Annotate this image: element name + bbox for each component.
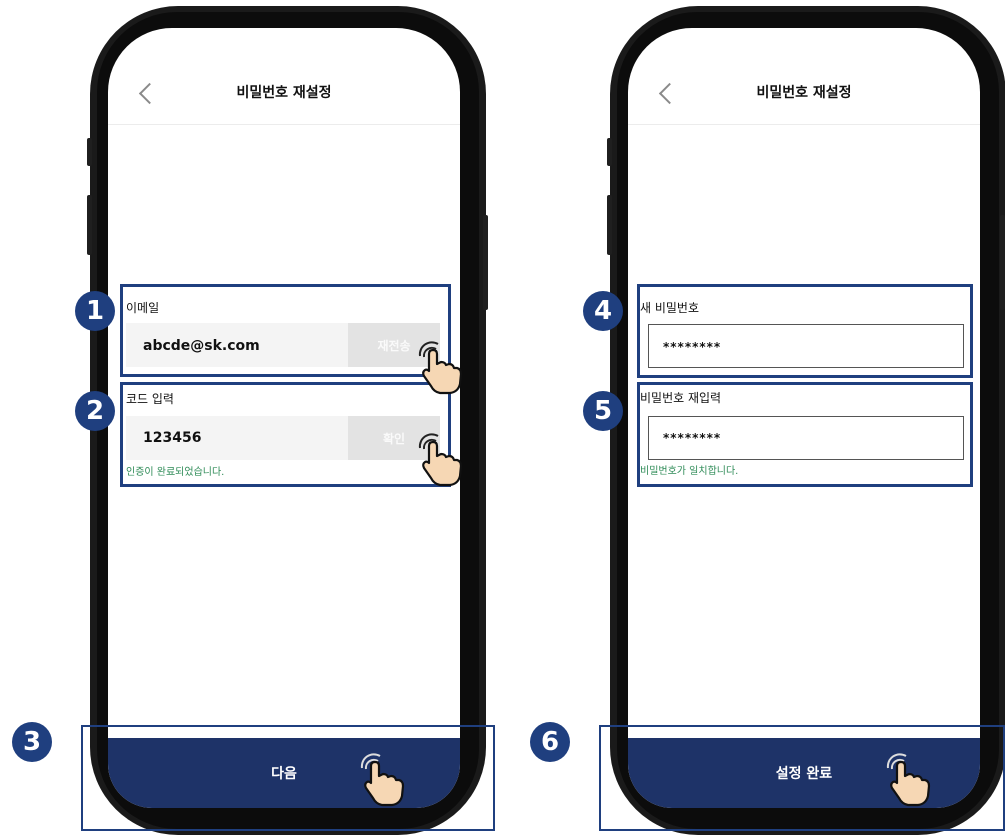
right-phone-side-button (1000, 215, 1005, 310)
step-2-badge: 2 (75, 391, 115, 431)
tap-hand-icon (360, 753, 405, 807)
tap-hand-icon (886, 753, 931, 807)
step-5-highlight (637, 382, 973, 487)
tap-hand-icon (418, 433, 463, 487)
step-3-highlight (81, 725, 495, 831)
back-chevron-icon[interactable] (138, 82, 161, 105)
step-1-highlight (120, 284, 451, 377)
step-2-highlight (120, 382, 451, 487)
left-phone-side-button (87, 138, 92, 166)
step-6-badge: 6 (530, 722, 570, 762)
step-3-badge: 3 (12, 722, 52, 762)
right-phone-side-button (607, 138, 612, 166)
page-title: 비밀번호 재설정 (236, 85, 332, 101)
step-5-badge: 5 (583, 391, 623, 431)
step-6-highlight (599, 725, 1005, 831)
step-4-badge: 4 (583, 291, 623, 331)
left-phone-side-button (483, 215, 488, 310)
page-title: 비밀번호 재설정 (756, 85, 852, 101)
right-phone-side-button (607, 195, 612, 255)
left-phone-side-button (87, 195, 92, 255)
tap-hand-icon (418, 341, 463, 395)
header-divider (108, 124, 460, 125)
step-4-highlight (637, 284, 973, 378)
step-1-badge: 1 (75, 291, 115, 331)
header-divider (628, 124, 980, 125)
back-chevron-icon[interactable] (658, 82, 681, 105)
